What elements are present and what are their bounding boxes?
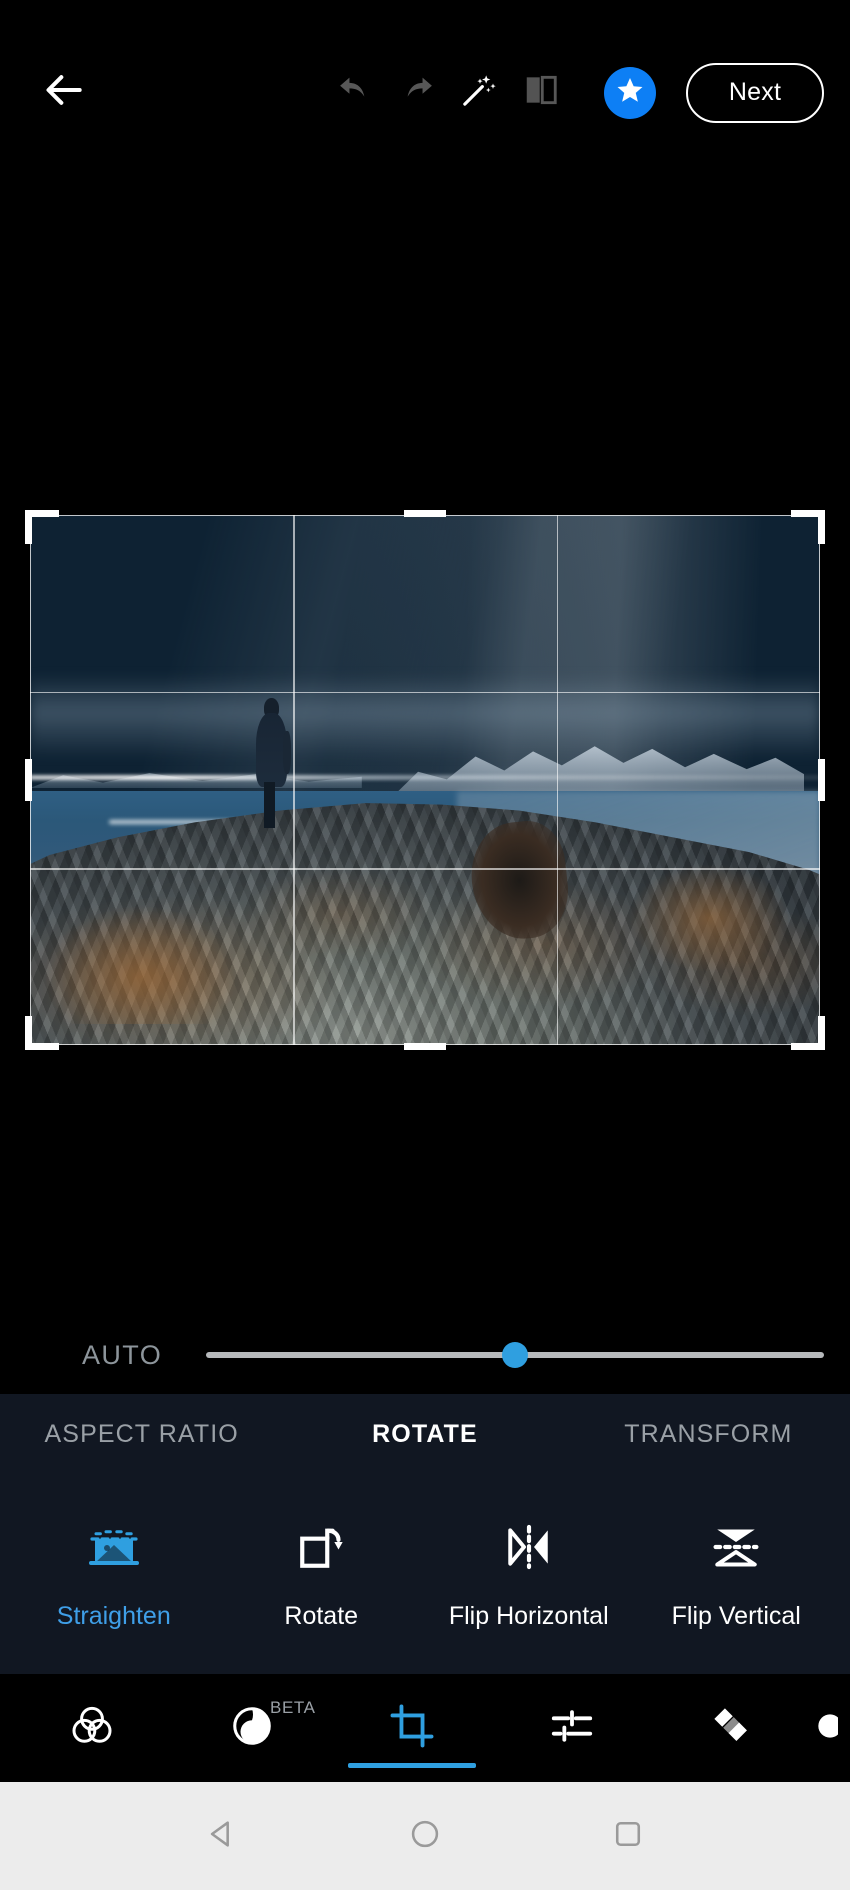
tool-rotate[interactable]: Rotate bbox=[218, 1518, 426, 1631]
undo-button[interactable] bbox=[324, 62, 386, 124]
android-home-icon bbox=[408, 1817, 442, 1856]
android-system-nav bbox=[0, 1782, 850, 1890]
photo-preview bbox=[30, 515, 820, 1045]
nav-selective-edit[interactable]: BETA bbox=[172, 1674, 332, 1782]
star-icon bbox=[615, 75, 645, 110]
nav-looks[interactable] bbox=[12, 1674, 172, 1782]
more-chevron-icon bbox=[812, 1706, 842, 1751]
crop-options-panel: ASPECT RATIO ROTATE TRANSFORM Straighten bbox=[0, 1394, 850, 1674]
straighten-icon bbox=[88, 1518, 140, 1576]
auto-enhance-button[interactable] bbox=[448, 62, 510, 124]
tool-label-flip-vertical: Flip Vertical bbox=[671, 1601, 801, 1630]
back-button[interactable] bbox=[34, 62, 96, 124]
tool-flip-vertical[interactable]: Flip Vertical bbox=[633, 1518, 841, 1631]
grass-patch-left bbox=[45, 907, 236, 1024]
magic-wand-icon bbox=[459, 70, 499, 115]
tab-rotate[interactable]: ROTATE bbox=[283, 1420, 566, 1449]
healing-patch-icon bbox=[709, 1703, 755, 1754]
tool-label-rotate: Rotate bbox=[284, 1601, 359, 1630]
redo-button[interactable] bbox=[386, 62, 448, 124]
auto-label[interactable]: AUTO bbox=[82, 1340, 162, 1371]
crop-area[interactable] bbox=[25, 510, 825, 1050]
nav-adjustments[interactable] bbox=[492, 1674, 652, 1782]
bottom-navigation: BETA bbox=[0, 1674, 850, 1782]
before-after-compare-icon bbox=[522, 71, 560, 114]
flip-vertical-icon bbox=[711, 1518, 761, 1576]
rotate-tool-row: Straighten Rotate Flip Horizontal Flip V… bbox=[0, 1474, 850, 1674]
android-home-button[interactable] bbox=[395, 1806, 455, 1866]
looks-presets-icon bbox=[68, 1702, 116, 1755]
tool-straighten[interactable]: Straighten bbox=[10, 1518, 218, 1631]
tool-flip-horizontal[interactable]: Flip Horizontal bbox=[425, 1518, 633, 1631]
adjustments-sliders-icon bbox=[549, 1703, 595, 1754]
top-toolbar: Next bbox=[0, 0, 850, 185]
grass-patch-right bbox=[630, 864, 789, 971]
redo-icon bbox=[398, 71, 436, 114]
crop-icon bbox=[389, 1703, 435, 1754]
tool-label-flip-horizontal: Flip Horizontal bbox=[448, 1601, 609, 1630]
straighten-slider[interactable] bbox=[206, 1336, 824, 1374]
tab-aspect-ratio[interactable]: ASPECT RATIO bbox=[0, 1420, 283, 1449]
horizon-glow bbox=[30, 774, 820, 780]
photo-editor-screen: Next AUTO ASPECT RATIO ROTATE TRANSFORM … bbox=[0, 0, 850, 1890]
selective-edit-icon bbox=[229, 1703, 275, 1754]
arrow-left-icon bbox=[43, 68, 87, 117]
android-back-button[interactable] bbox=[192, 1806, 252, 1866]
editor-canvas bbox=[0, 185, 850, 1316]
slider-thumb[interactable] bbox=[502, 1342, 529, 1368]
next-button[interactable]: Next bbox=[686, 62, 824, 123]
flip-horizontal-icon bbox=[504, 1518, 554, 1576]
android-back-icon bbox=[205, 1817, 239, 1856]
rotate-icon bbox=[296, 1518, 346, 1576]
android-recents-button[interactable] bbox=[598, 1806, 658, 1866]
beta-badge: BETA bbox=[270, 1698, 316, 1717]
straighten-slider-row: AUTO bbox=[0, 1316, 850, 1394]
tool-label-straighten: Straighten bbox=[56, 1601, 171, 1630]
nav-more[interactable] bbox=[812, 1674, 842, 1782]
cloud-band bbox=[30, 674, 820, 759]
nav-healing[interactable] bbox=[652, 1674, 812, 1782]
nav-active-indicator bbox=[348, 1763, 476, 1768]
compare-button[interactable] bbox=[510, 62, 572, 124]
tab-transform[interactable]: TRANSFORM bbox=[567, 1420, 850, 1449]
premium-star-button[interactable] bbox=[604, 66, 656, 119]
undo-icon bbox=[336, 71, 374, 114]
nav-crop[interactable] bbox=[332, 1674, 492, 1782]
mode-tab-bar: ASPECT RATIO ROTATE TRANSFORM bbox=[0, 1394, 850, 1474]
person-silhouette bbox=[253, 697, 292, 828]
android-recents-icon bbox=[611, 1817, 645, 1856]
